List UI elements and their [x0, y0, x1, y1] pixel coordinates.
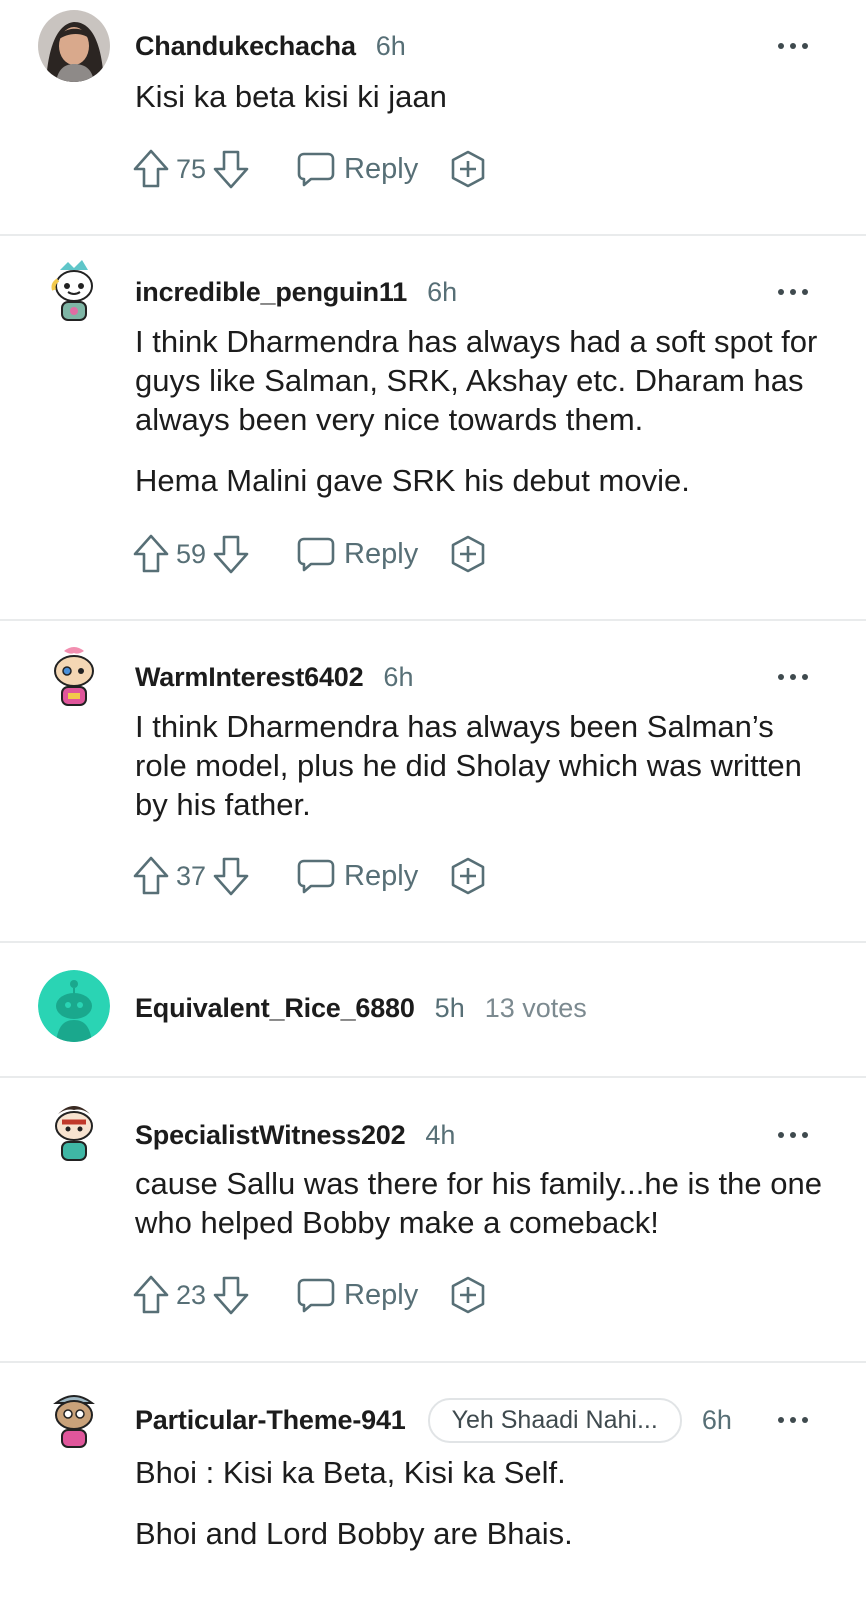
comment-body: Bhoi : Kisi ka Beta, Kisi ka Self. Bhoi …: [135, 1453, 825, 1575]
comment-paragraph: Kisi ka beta kisi ki jaan: [135, 79, 447, 114]
comment-body: I think Dharmendra has always had a soft…: [135, 322, 825, 522]
more-options-icon[interactable]: [778, 1125, 808, 1145]
user-avatar[interactable]: [38, 641, 110, 713]
comment: Chandukechacha 6h Kisi ka beta kisi ki j…: [0, 0, 866, 234]
username[interactable]: Equivalent_Rice_6880: [135, 993, 415, 1024]
reply-label: Reply: [344, 859, 419, 892]
comment-actions: 37 Reply: [132, 853, 488, 899]
vote-count: 13 votes: [484, 992, 587, 1023]
comment-paragraph: I think Dharmendra has always been Salma…: [135, 709, 802, 822]
comment-meta: Equivalent_Rice_6880 5h 13 votes: [135, 988, 587, 1028]
reply-label: Reply: [344, 1278, 419, 1311]
username[interactable]: WarmInterest6402: [135, 662, 364, 693]
user-avatar[interactable]: [38, 10, 110, 82]
more-options-icon[interactable]: [778, 36, 808, 56]
award-icon[interactable]: [448, 1275, 488, 1315]
comment-paragraph: Bhoi : Kisi ka Beta, Kisi ka Self.: [135, 1455, 566, 1490]
timestamp: 6h: [383, 661, 414, 692]
upvote-icon[interactable]: [132, 148, 170, 190]
reply-button[interactable]: Reply: [296, 150, 418, 188]
timestamp: 6h: [701, 1404, 732, 1435]
comment-body: I think Dharmendra has always been Salma…: [135, 707, 825, 846]
snoo-avatar-icon: [38, 256, 110, 328]
username[interactable]: incredible_penguin11: [135, 277, 407, 308]
snoo-avatar-icon: [38, 1383, 110, 1455]
user-avatar[interactable]: [38, 1383, 110, 1455]
comment: SpecialistWitness202 4h cause Sallu was …: [0, 1078, 866, 1361]
timestamp: 5h: [434, 992, 465, 1023]
upvote-icon[interactable]: [132, 855, 170, 897]
reply-icon: [297, 1278, 335, 1313]
more-options-icon[interactable]: [778, 667, 808, 687]
comment-body: cause Sallu was there for his family...h…: [135, 1164, 825, 1264]
snoo-avatar-icon: [38, 1096, 110, 1168]
reply-button[interactable]: Reply: [296, 1276, 418, 1314]
reply-icon: [297, 152, 335, 187]
award-icon[interactable]: [448, 534, 488, 574]
reply-label: Reply: [344, 537, 419, 570]
comment-meta: SpecialistWitness202 4h: [135, 1115, 455, 1155]
vote-score: 37: [176, 860, 207, 891]
comment-paragraph: Hema Malini gave SRK his debut movie.: [135, 463, 690, 498]
vote-score: 75: [176, 153, 207, 184]
comment: Particular-Theme-941 Yeh Shaadi Nahi... …: [0, 1363, 866, 1600]
award-icon[interactable]: [448, 149, 488, 189]
upvote-icon[interactable]: [132, 533, 170, 575]
comment-paragraph: cause Sallu was there for his family...h…: [135, 1166, 822, 1240]
comment-actions: 23 Reply: [132, 1272, 488, 1318]
user-avatar[interactable]: [38, 970, 110, 1042]
vote-score: 59: [176, 538, 207, 569]
downvote-icon[interactable]: [212, 533, 250, 575]
comment-meta: incredible_penguin11 6h: [135, 272, 457, 312]
profile-photo-icon: [38, 10, 110, 82]
more-options-icon[interactable]: [778, 282, 808, 302]
user-avatar[interactable]: [38, 1096, 110, 1168]
username[interactable]: Chandukechacha: [135, 31, 356, 62]
comment-actions: 59 Reply: [132, 531, 488, 577]
downvote-icon[interactable]: [212, 855, 250, 897]
user-avatar[interactable]: [38, 256, 110, 328]
upvote-icon[interactable]: [132, 1274, 170, 1316]
snoo-avatar-icon: [38, 641, 110, 713]
comment-actions: 75 Reply: [132, 146, 488, 192]
reply-label: Reply: [344, 152, 419, 185]
timestamp: 6h: [375, 30, 406, 61]
collapsed-comment[interactable]: Equivalent_Rice_6880 5h 13 votes: [0, 943, 866, 1076]
user-flair: Yeh Shaadi Nahi...: [427, 1397, 682, 1443]
more-options-icon[interactable]: [778, 1410, 808, 1430]
comment-paragraph: I think Dharmendra has always had a soft…: [135, 324, 818, 437]
username[interactable]: SpecialistWitness202: [135, 1120, 406, 1151]
downvote-icon[interactable]: [212, 1274, 250, 1316]
default-snoo-icon: [38, 970, 110, 1042]
downvote-icon[interactable]: [212, 148, 250, 190]
comment-body: Kisi ka beta kisi ki jaan: [135, 77, 825, 138]
timestamp: 4h: [425, 1119, 456, 1150]
comment-paragraph: Bhoi and Lord Bobby are Bhais.: [135, 1516, 573, 1551]
username[interactable]: Particular-Theme-941: [135, 1405, 406, 1436]
comment: incredible_penguin11 6h I think Dharmend…: [0, 236, 866, 619]
reply-icon: [297, 537, 335, 572]
comment: WarmInterest6402 6h I think Dharmendra h…: [0, 621, 866, 941]
reply-button[interactable]: Reply: [296, 535, 418, 573]
reply-button[interactable]: Reply: [296, 857, 418, 895]
timestamp: 6h: [427, 276, 458, 307]
reply-icon: [297, 859, 335, 894]
comment-meta: Particular-Theme-941 Yeh Shaadi Nahi... …: [135, 1397, 732, 1443]
comment-meta: Chandukechacha 6h: [135, 26, 406, 66]
vote-score: 23: [176, 1279, 207, 1310]
award-icon[interactable]: [448, 856, 488, 896]
comment-meta: WarmInterest6402 6h: [135, 657, 413, 697]
